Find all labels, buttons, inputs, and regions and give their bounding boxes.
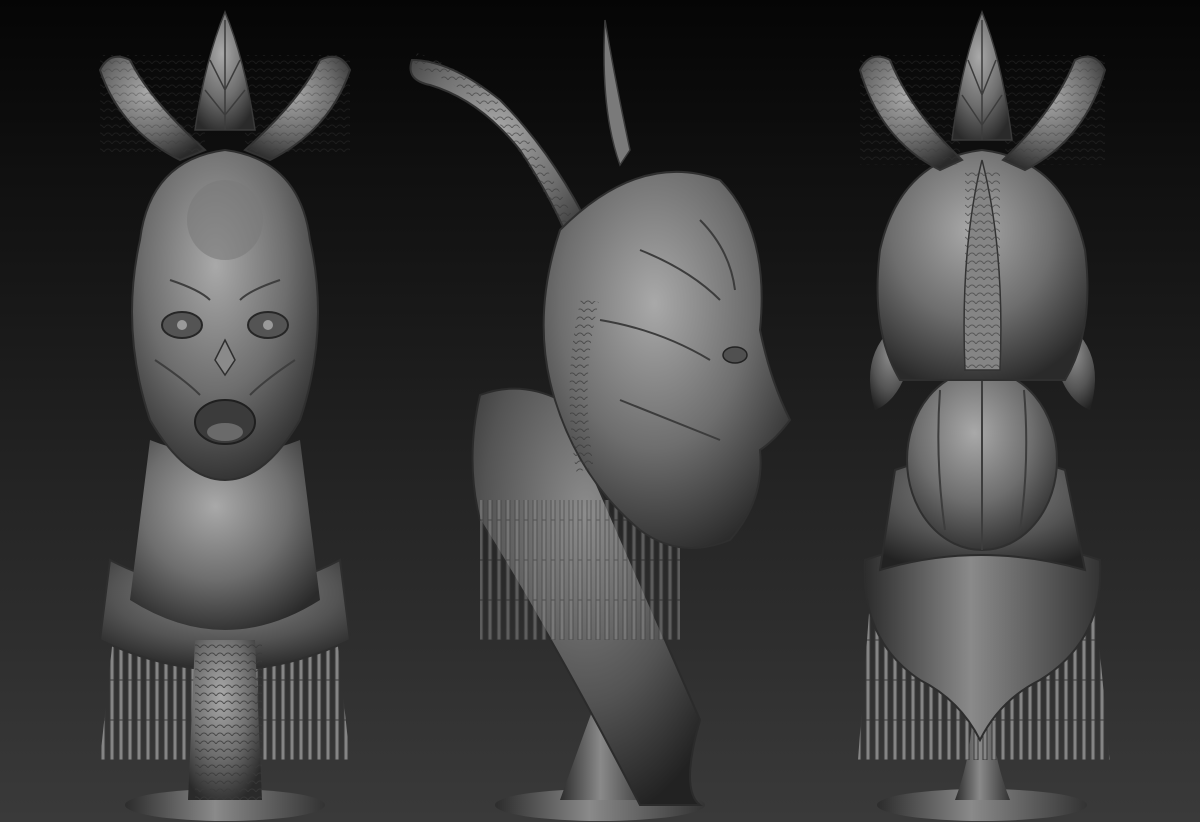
bust-back-view <box>858 10 1110 821</box>
bust-front-view <box>98 10 352 821</box>
side-feather <box>603 19 631 167</box>
sculpt-viewport <box>0 0 1200 822</box>
side-eye <box>722 346 748 364</box>
bust-side-view <box>409 19 792 821</box>
sculpt-render <box>98 10 1110 821</box>
